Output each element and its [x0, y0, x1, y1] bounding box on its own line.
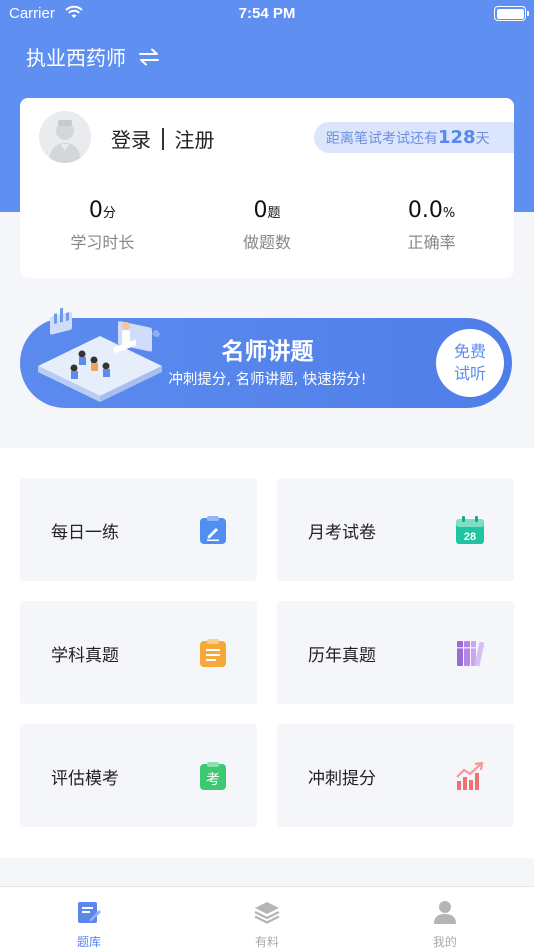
question-bank-icon: [77, 902, 101, 923]
exam-badge-icon: 考: [200, 762, 226, 790]
login-link[interactable]: 登录: [111, 124, 151, 153]
tab-label: 我的: [432, 935, 457, 949]
tile-label: 评估模考: [51, 769, 119, 789]
swap-arrows-icon: [139, 48, 159, 65]
tab-materials[interactable]: 有料: [178, 887, 356, 950]
tile-past-exams[interactable]: 历年真题: [277, 601, 514, 704]
tile-label: 冲刺提分: [308, 769, 376, 789]
tile-mock-assessment[interactable]: 评估模考 考: [20, 724, 257, 827]
stat-value: 0: [253, 198, 268, 223]
tile-label: 月考试卷: [308, 523, 376, 543]
tab-question-bank[interactable]: 题库: [0, 887, 178, 950]
tile-sprint-boost[interactable]: 冲刺提分: [277, 724, 514, 827]
auth-links: 登录 注册: [111, 124, 215, 153]
status-bar: Carrier 7:54 PM: [0, 0, 534, 28]
tile-subject-questions[interactable]: 学科真题: [20, 601, 257, 704]
tab-label: 有料: [254, 935, 279, 949]
practice-grid: 每日一练 月考试卷 28 学科真题 历年真题 评估模考 考 冲刺提分: [0, 448, 534, 858]
stat-study-time: 0分 学习时长: [20, 198, 185, 253]
tab-label: 题库: [76, 935, 101, 949]
exam-name: 执业西药师: [26, 46, 126, 70]
banner-title: 名师讲题: [221, 339, 314, 365]
stat-value: 0: [88, 198, 103, 223]
status-time: 7:54 PM: [238, 5, 296, 22]
stat-value: 0.0: [407, 198, 443, 223]
classroom-illustration: [38, 307, 162, 402]
clipboard-list-icon: [200, 639, 226, 667]
tile-label: 学科真题: [51, 646, 119, 666]
tile-daily-practice[interactable]: 每日一练: [20, 478, 257, 581]
layers-icon: [254, 902, 280, 924]
free-trial-button[interactable]: 免费试听: [436, 329, 504, 397]
stat-questions-done: 0题 做题数: [185, 198, 350, 253]
countdown-prefix: 距离笔试考试还有: [326, 130, 438, 147]
auth-divider: [162, 127, 164, 150]
countdown-days: 128: [438, 127, 476, 148]
tile-monthly-exam[interactable]: 月考试卷 28: [277, 478, 514, 581]
banner-subtitle: 冲刺提分, 名师讲题, 快速捞分!: [168, 372, 367, 388]
exam-badge-text: 考: [206, 772, 220, 788]
countdown-suffix: 天: [475, 130, 490, 147]
doctor-avatar-icon: [49, 120, 81, 163]
tile-label: 历年真题: [308, 646, 376, 666]
lecture-banner[interactable]: 名师讲题 冲刺提分, 名师讲题, 快速捞分! 免费试听: [20, 307, 512, 408]
calendar-28-icon: 28: [456, 516, 484, 544]
books-icon: [457, 641, 485, 667]
stat-label: 正确率: [407, 233, 456, 252]
exam-countdown-badge: 距离笔试考试还有 128 天: [314, 122, 514, 153]
stat-unit: 题: [267, 206, 281, 221]
stat-label: 做题数: [242, 233, 291, 252]
stat-accuracy: 0.0% 正确率: [349, 198, 514, 253]
stat-unit: 分: [102, 206, 116, 221]
battery-icon: [494, 6, 529, 21]
person-icon: [433, 901, 456, 924]
stat-unit: %: [442, 206, 456, 221]
profile-card: 登录 注册 距离笔试考试还有 128 天 0分 学习时长 0题 做题数 0.0% 正…: [20, 98, 514, 278]
calendar-day-text: 28: [464, 531, 476, 543]
exam-switcher[interactable]: 执业西药师: [26, 42, 160, 71]
tab-mine[interactable]: 我的: [356, 887, 534, 950]
tab-bar: 题库 有料 我的: [0, 886, 534, 950]
trending-up-chart-icon: [456, 761, 484, 790]
register-link[interactable]: 注册: [175, 124, 215, 153]
stat-label: 学习时长: [70, 233, 135, 252]
stats-row: 0分 学习时长 0题 做题数 0.0% 正确率: [20, 198, 514, 253]
tile-label: 每日一练: [51, 523, 119, 543]
edit-note-icon: [200, 516, 226, 544]
avatar[interactable]: [39, 111, 91, 163]
